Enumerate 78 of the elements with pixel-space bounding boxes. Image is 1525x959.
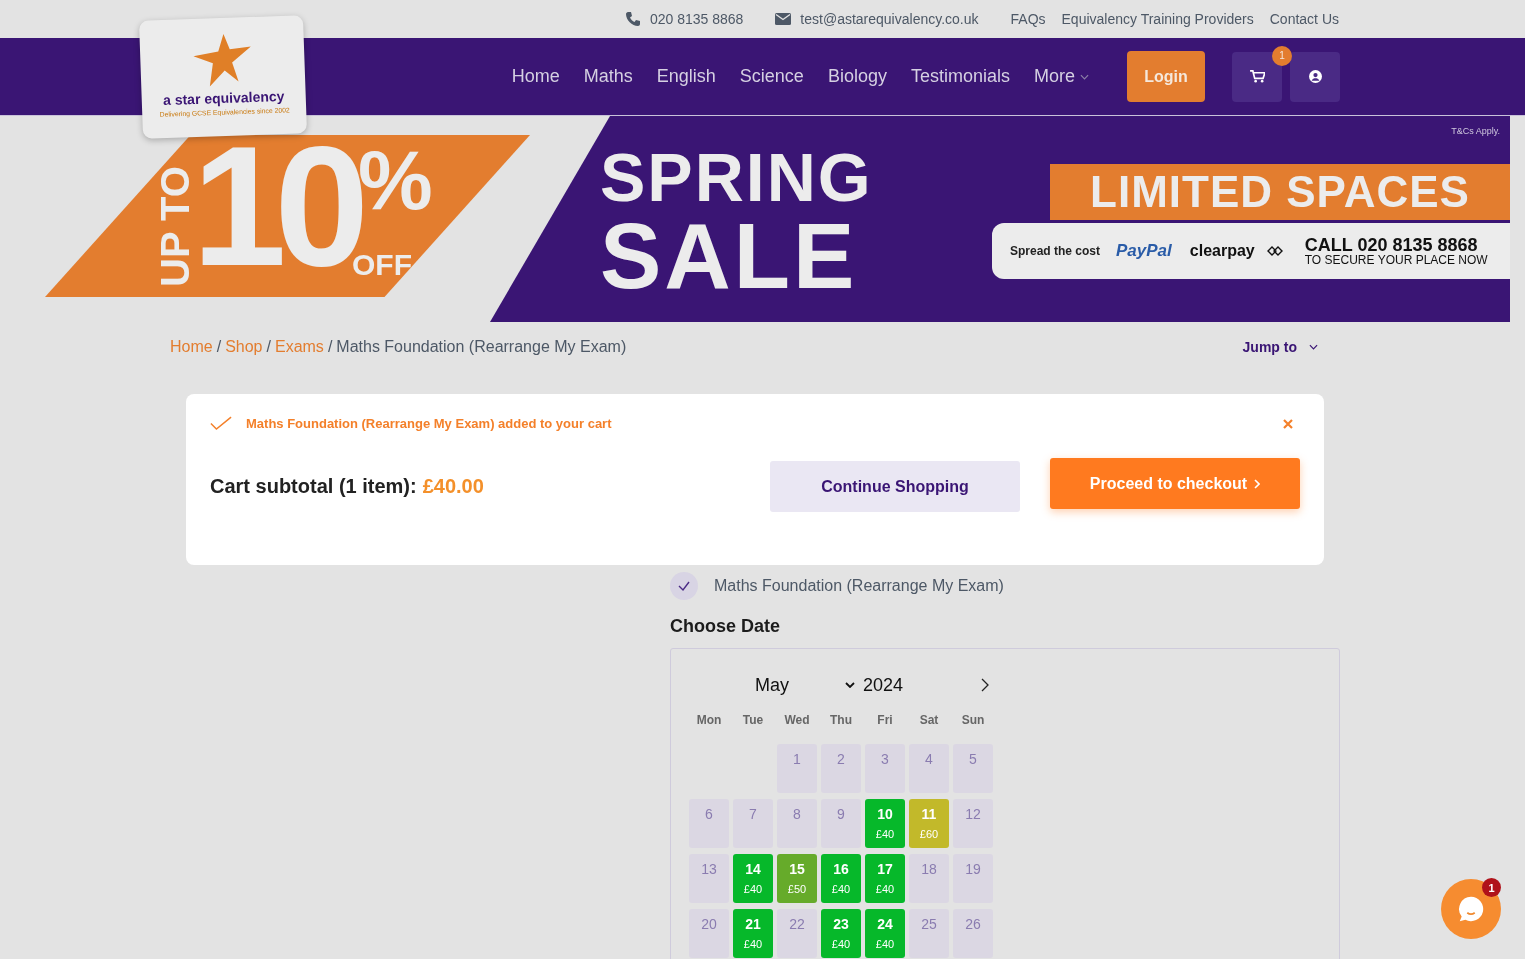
unavailable-date: 13	[689, 854, 729, 903]
unavailable-date: 8	[777, 799, 817, 848]
unavailable-date: 18	[909, 854, 949, 903]
breadcrumb-separator: /	[266, 338, 271, 356]
unavailable-date: 19	[953, 854, 993, 903]
unavailable-date: 3	[865, 744, 905, 793]
nav-link[interactable]: Maths	[583, 66, 633, 87]
weekday-label: Sat	[918, 713, 940, 729]
chevron-down-icon	[1309, 344, 1318, 350]
weekday-label: Tue	[741, 713, 765, 729]
year-select[interactable]: 2024	[863, 674, 904, 696]
top-link[interactable]: Equivalency Training Providers	[1061, 11, 1254, 27]
weekday-label: Wed	[783, 713, 811, 729]
month-select[interactable]: May	[755, 674, 855, 696]
cart-count-badge: 1	[1272, 45, 1292, 66]
weekday-label: Thu	[829, 713, 853, 729]
phone-icon	[624, 11, 641, 27]
added-message: Maths Foundation (Rearrange My Exam) added to your cart	[246, 416, 613, 431]
email-link[interactable]: test@astarequivalency.co.uk	[775, 11, 979, 27]
chat-button[interactable]: 1	[1441, 879, 1501, 939]
cart-subtotal-label: Cart subtotal (1 item):	[210, 475, 417, 498]
weekday-label: Sun	[960, 713, 986, 729]
clearpay-arrows-icon	[1266, 246, 1283, 256]
star-logo-icon	[192, 33, 253, 87]
unavailable-date: 12	[953, 799, 993, 848]
terms-note: T&Cs Apply.	[1451, 126, 1500, 136]
account-button[interactable]	[1290, 51, 1340, 102]
nav-link[interactable]: More	[1034, 66, 1089, 87]
phone-link[interactable]: 020 8135 8868	[624, 11, 744, 27]
breadcrumb-separator: /	[327, 338, 333, 356]
unavailable-date: 4	[909, 744, 949, 793]
jump-to-link[interactable]: Jump to	[1242, 339, 1318, 355]
unavailable-date: 22	[777, 909, 817, 958]
choose-date-heading: Choose Date	[670, 616, 782, 637]
product-name: Maths Foundation (Rearrange My Exam)	[714, 577, 1004, 595]
nav-link[interactable]: Testimonials	[910, 66, 1010, 87]
envelope-icon	[775, 13, 792, 25]
paypal-logo-text: PayPal	[1116, 241, 1172, 261]
top-link[interactable]: Contact Us	[1269, 11, 1339, 27]
cart-icon	[1249, 70, 1265, 83]
nav-link[interactable]: Biology	[827, 66, 887, 87]
chevron-down-icon	[845, 682, 855, 688]
speech-bubble-icon	[1457, 895, 1485, 923]
weekday-label: Mon	[695, 713, 723, 729]
unavailable-date: 2	[821, 744, 861, 793]
breadcrumb-separator: /	[216, 338, 222, 356]
notification-badge: 1	[1482, 878, 1501, 897]
unavailable-date: 1	[777, 744, 817, 793]
weekday-label: Fri	[876, 713, 894, 729]
unavailable-date: 26	[953, 909, 993, 958]
clearpay-logo-text: clearpay	[1189, 242, 1255, 260]
banner-text: %	[358, 138, 433, 222]
close-icon[interactable]	[1283, 418, 1293, 429]
banner-text: UP TO	[152, 166, 198, 287]
nav-link[interactable]: English	[656, 66, 716, 87]
unavailable-date: 25	[909, 909, 949, 958]
chevron-right-icon	[1254, 478, 1261, 489]
unavailable-date: 7	[733, 799, 773, 848]
call-number-text: CALL 020 8135 8868	[1304, 236, 1479, 254]
continue-shopping-button[interactable]: Continue Shopping	[770, 461, 1020, 512]
call-note-text: TO SECURE YOUR PLACE NOW	[1304, 254, 1488, 266]
logo-text: a star equivalency	[162, 87, 285, 109]
limited-spaces-label: LIMITED SPACES	[1050, 164, 1510, 220]
unavailable-date: 6	[689, 799, 729, 848]
nav-link[interactable]: Science	[739, 66, 804, 87]
unavailable-date: 9	[821, 799, 861, 848]
unavailable-date: 20	[689, 909, 729, 958]
top-link[interactable]: FAQs	[1010, 11, 1046, 27]
breadcrumb-current: Maths Foundation (Rearrange My Exam)	[336, 338, 627, 356]
check-circle-icon	[670, 572, 698, 600]
user-icon	[1308, 70, 1322, 83]
cart-subtotal-price: £40.00	[422, 475, 485, 498]
chevron-right-icon[interactable]	[981, 678, 989, 692]
cart-button[interactable]	[1232, 51, 1282, 102]
unavailable-date: 5	[953, 744, 993, 793]
checkmark-icon	[210, 416, 232, 431]
spread-cost-text: Spread the cost	[1010, 244, 1101, 258]
nav-link[interactable]: Home	[511, 66, 560, 87]
